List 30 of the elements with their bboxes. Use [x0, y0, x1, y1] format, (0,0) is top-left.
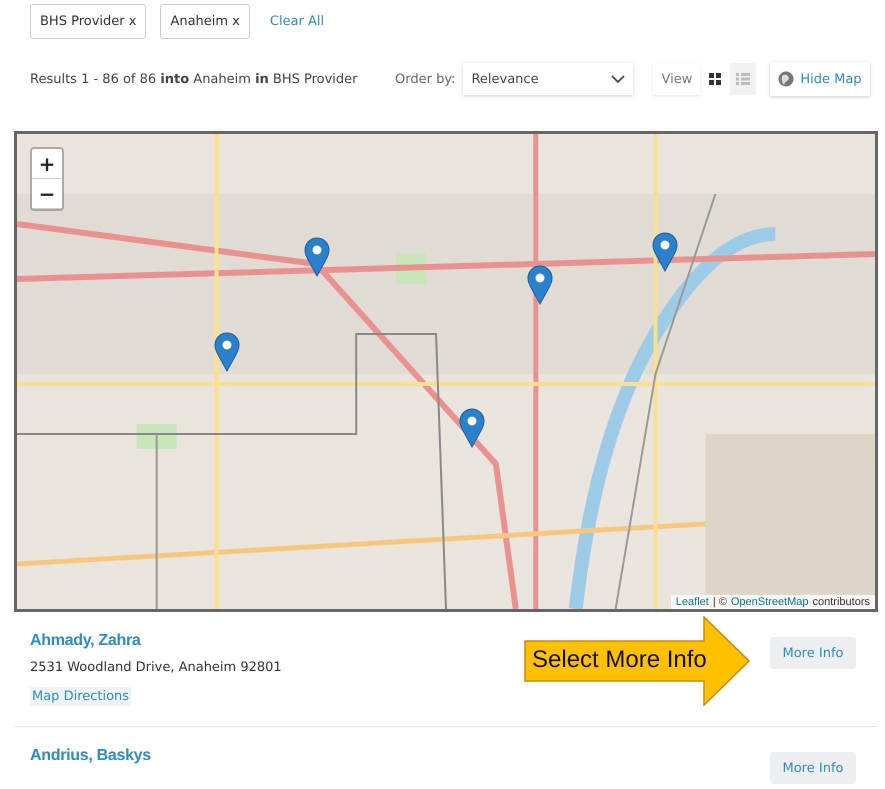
map-marker-icon[interactable]: [652, 232, 678, 272]
openstreetmap-link[interactable]: OpenStreetMap: [730, 596, 809, 608]
map-marker-icon[interactable]: [214, 332, 240, 372]
attribution-text: contributors: [812, 596, 870, 608]
more-info-button[interactable]: More Info: [770, 637, 856, 669]
order-by-label: Order by:: [395, 72, 456, 86]
clear-all-link[interactable]: Clear All: [264, 14, 330, 29]
map-marker-icon[interactable]: [304, 236, 330, 276]
view-label: View: [653, 64, 700, 94]
hide-map-button[interactable]: Hide Map: [770, 62, 870, 96]
chevron-down-icon: [611, 74, 626, 84]
zoom-in-button[interactable]: +: [32, 149, 62, 179]
provider-name-link[interactable]: Ahmady, Zahra: [30, 632, 140, 650]
more-info-button[interactable]: More Info: [770, 752, 856, 784]
attribution-separator: | ©: [712, 596, 727, 608]
provider-name-link[interactable]: Andrius, Baskys: [30, 747, 151, 765]
globe-icon: [778, 71, 794, 87]
map-marker-icon[interactable]: [527, 265, 554, 305]
zoom-out-button[interactable]: −: [32, 179, 62, 209]
map-directions-button[interactable]: Map Directions: [30, 687, 132, 706]
callout-text: Select More Info: [532, 646, 707, 674]
grid-icon: [709, 73, 722, 85]
provider-address: 2531 Woodland Drive, Anaheim 92801: [30, 660, 282, 675]
leaflet-link[interactable]: Leaflet: [676, 596, 709, 608]
map-marker-icon[interactable]: [458, 408, 485, 448]
filter-chip[interactable]: Anaheim x: [160, 4, 250, 39]
list-icon: [736, 73, 750, 85]
results-summary: Results 1 - 86 of 86 into Anaheim in BHS Provider: [30, 72, 359, 86]
filter-chip[interactable]: BHS Provider x: [30, 4, 146, 39]
order-by-dropdown[interactable]: Relevance: [463, 63, 634, 95]
